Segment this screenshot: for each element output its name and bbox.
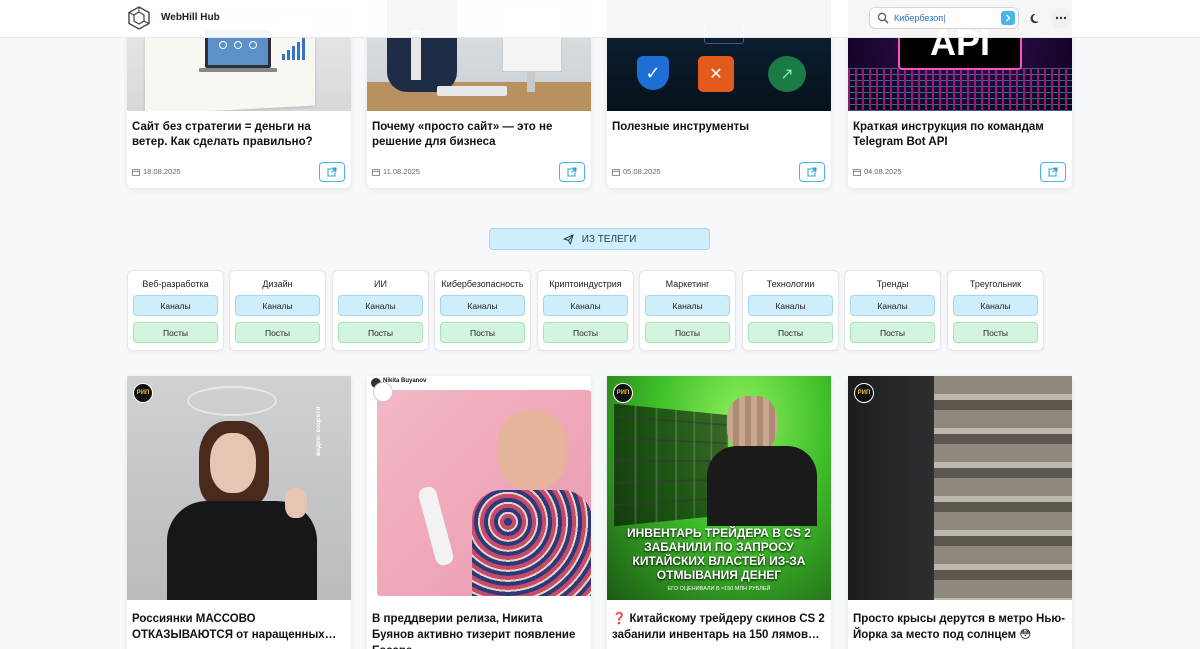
category-channels-button[interactable]: Каналы <box>133 295 218 316</box>
article-date-text: 05.08.2025 <box>623 167 661 176</box>
category-tile: Дизайн Каналы Посты <box>229 270 326 351</box>
post-image: видео: соцсети РИП <box>127 376 351 600</box>
article-date: 05.08.2025 <box>612 167 661 176</box>
category-channels-button[interactable]: Каналы <box>543 295 628 316</box>
telegram-send-icon <box>563 233 574 245</box>
category-posts-button[interactable]: Посты <box>133 322 218 343</box>
category-title: Веб-разработка <box>142 279 209 289</box>
post-title[interactable]: ❓ Китайскому трейдеру скинов CS 2 забани… <box>612 611 826 643</box>
category-title: Кибербезопасность <box>441 279 524 289</box>
search-submit-button[interactable] <box>1001 11 1015 25</box>
channel-badge[interactable]: РИП <box>854 383 874 403</box>
category-posts-button[interactable]: Посты <box>543 322 628 343</box>
post-card[interactable]: Nikita Buyanov В преддверии релиза, Ники… <box>367 376 591 649</box>
search-icon <box>877 12 889 24</box>
category-tile: Веб-разработка Каналы Посты <box>127 270 224 351</box>
open-article-button[interactable] <box>1040 162 1066 182</box>
category-posts-button[interactable]: Посты <box>440 322 525 343</box>
category-posts-button[interactable]: Посты <box>338 322 423 343</box>
category-posts-button[interactable]: Посты <box>748 322 833 343</box>
from-telegram-label: ИЗ ТЕЛЕГИ <box>581 233 637 245</box>
channel-badge[interactable]: РИП <box>613 383 633 403</box>
calendar-icon <box>612 168 620 176</box>
theme-toggle-button[interactable] <box>1025 8 1045 28</box>
article-date: 18.08.2025 <box>132 167 181 176</box>
search-box[interactable] <box>869 7 1019 29</box>
category-title: Криптоиндустрия <box>549 279 622 289</box>
calendar-icon <box>853 168 861 176</box>
category-title: Технологии <box>766 279 815 289</box>
category-channels-button[interactable]: Каналы <box>440 295 525 316</box>
page: WebHill Hub Кибербезоп| Сайт без стратег… <box>0 0 1200 649</box>
category-posts-button[interactable]: Посты <box>645 322 730 343</box>
post-card[interactable]: видео: соцсети РИП Россиянки МАССОВО ОТК… <box>127 376 351 649</box>
article-title[interactable]: Полезные инструменты <box>612 120 826 135</box>
external-link-icon <box>807 167 817 177</box>
top-header: WebHill Hub <box>0 0 1200 38</box>
post-card[interactable]: ИНВЕНТАРЬ ТРЕЙДЕРА В CS 2 ЗАБАНИЛИ ПО ЗА… <box>607 376 831 649</box>
category-channels-button[interactable]: Каналы <box>953 295 1038 316</box>
open-article-button[interactable] <box>799 162 825 182</box>
category-posts-button[interactable]: Посты <box>235 322 320 343</box>
category-channels-button[interactable]: Каналы <box>645 295 730 316</box>
external-link-icon <box>327 167 337 177</box>
post-image: ИНВЕНТАРЬ ТРЕЙДЕРА В CS 2 ЗАБАНИЛИ ПО ЗА… <box>607 376 831 600</box>
search-input[interactable] <box>894 10 994 26</box>
category-title: Тренды <box>876 279 909 289</box>
open-article-button[interactable] <box>559 162 585 182</box>
category-tile: Криптоиндустрия Каналы Посты <box>537 270 634 351</box>
article-date-text: 04.08.2025 <box>864 167 902 176</box>
external-link-icon <box>1048 167 1058 177</box>
post-title[interactable]: В преддверии релиза, Никита Буянов актив… <box>372 611 586 649</box>
category-tile: Технологии Каналы Посты <box>742 270 839 351</box>
category-channels-button[interactable]: Каналы <box>850 295 935 316</box>
webhill-logo-icon[interactable] <box>126 5 152 31</box>
post-headline: ИНВЕНТАРЬ ТРЕЙДЕРА В CS 2 ЗАБАНИЛИ ПО ЗА… <box>627 526 811 582</box>
category-title: Треугольник <box>969 279 1022 289</box>
post-image: РИП <box>848 376 1072 600</box>
category-posts-button[interactable]: Посты <box>953 322 1038 343</box>
moon-icon <box>1030 13 1038 23</box>
channel-badge[interactable]: РИП <box>133 383 153 403</box>
post-title[interactable]: Просто крысы дерутся в метро Нью-Йорка з… <box>853 611 1067 643</box>
ellipsis-icon <box>1055 16 1067 20</box>
category-tile: Треугольник Каналы Посты <box>947 270 1044 351</box>
chevron-right-icon <box>1006 14 1011 22</box>
category-channels-button[interactable]: Каналы <box>235 295 320 316</box>
article-date-text: 18.08.2025 <box>143 167 181 176</box>
tweet-author: Nikita Buyanov <box>383 378 427 384</box>
open-article-button[interactable] <box>319 162 345 182</box>
calendar-icon <box>132 168 140 176</box>
category-channels-button[interactable]: Каналы <box>748 295 833 316</box>
post-card[interactable]: РИП Просто крысы дерутся в метро Нью-Йор… <box>848 376 1072 649</box>
post-side-text: видео: соцсети <box>315 406 322 457</box>
from-telegram-button[interactable]: ИЗ ТЕЛЕГИ <box>489 228 710 250</box>
article-title[interactable]: Почему «просто сайт» — это не решение дл… <box>372 120 586 150</box>
category-tile: Маркетинг Каналы Посты <box>639 270 736 351</box>
article-title[interactable]: Сайт без стратегии = деньги на ветер. Ка… <box>132 120 346 150</box>
article-date: 04.08.2025 <box>853 167 902 176</box>
category-posts-button[interactable]: Посты <box>850 322 935 343</box>
category-tile: Тренды Каналы Посты <box>844 270 941 351</box>
post-image: Nikita Buyanov <box>367 376 591 600</box>
category-title: Маркетинг <box>665 279 710 289</box>
post-title[interactable]: Россиянки МАССОВО ОТКАЗЫВАЮТСЯ от нараще… <box>132 611 346 643</box>
article-date: 11.08.2025 <box>372 167 420 176</box>
category-tile: ИИ Каналы Посты <box>332 270 429 351</box>
brand-name[interactable]: WebHill Hub <box>161 12 220 23</box>
external-link-icon <box>567 167 577 177</box>
category-title: ИИ <box>374 279 387 289</box>
article-date-text: 11.08.2025 <box>383 167 420 176</box>
category-channels-button[interactable]: Каналы <box>338 295 423 316</box>
calendar-icon <box>372 168 380 176</box>
category-tile: Кибербезопасность Каналы Посты <box>434 270 531 351</box>
article-title[interactable]: Краткая инструкция по командам Telegram … <box>853 120 1067 150</box>
post-subline: ЕГО ОЦЕНИВАЛИ В ≈150 МЛН РУБЛЕЙ <box>667 586 771 592</box>
category-title: Дизайн <box>262 279 293 289</box>
more-menu-button[interactable] <box>1051 8 1071 28</box>
